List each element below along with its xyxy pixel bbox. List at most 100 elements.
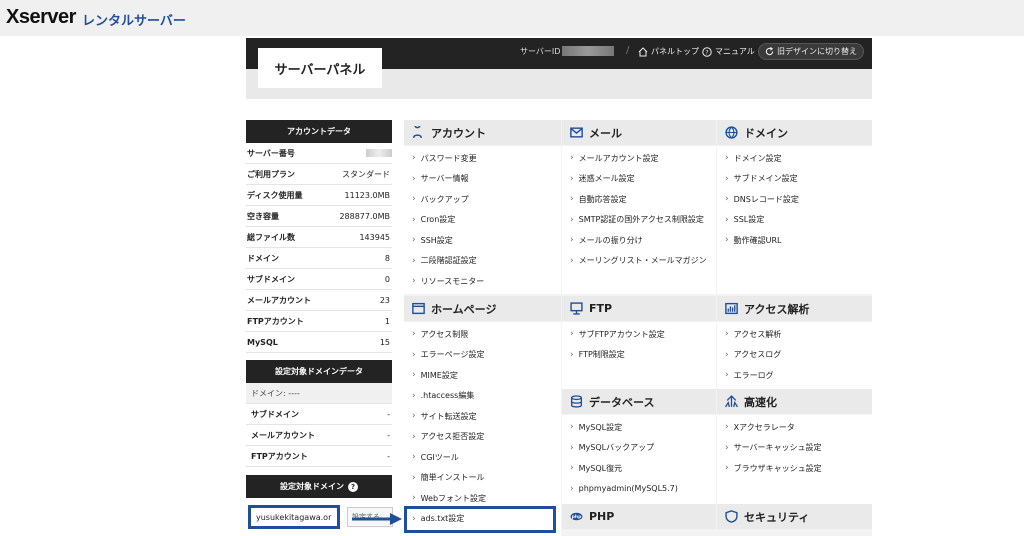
data-row-key: FTPアカウント xyxy=(247,316,304,326)
server-id-label: サーバーID xyxy=(520,47,561,56)
data-row: 空き容量 288877.0MB xyxy=(246,206,392,227)
data-row: ドメイン 8 xyxy=(246,248,392,269)
section-list-domain: ドメイン設定サブドメイン設定DNSレコード設定SSL設定動作確認URL xyxy=(717,146,872,294)
menu-link[interactable]: サブFTPアカウント設定 xyxy=(562,324,716,345)
brand-subtitle: レンタルサーバー xyxy=(82,14,186,29)
menu-link[interactable]: パスワード変更 xyxy=(404,148,561,169)
menu-link[interactable]: .htaccess編集 xyxy=(404,386,561,407)
data-row-value: 23 xyxy=(379,295,390,305)
target-domain-header: 設定対象ドメイン ? xyxy=(246,475,392,498)
panel-top-label: パネルトップ xyxy=(651,47,699,56)
switch-design-label: 旧デザインに切り替え xyxy=(777,47,857,56)
data-row-value: - xyxy=(387,451,390,461)
data-row-value: スタンダード xyxy=(342,169,390,179)
menu-link[interactable]: Cron設定 xyxy=(404,210,561,231)
data-row-key: 総ファイル数 xyxy=(247,232,295,242)
menu-link[interactable]: 動作確認URL xyxy=(717,230,872,251)
section-title: セキュリティ xyxy=(744,510,810,524)
menu-link[interactable]: MIME設定 xyxy=(404,365,561,386)
domain-icon xyxy=(725,126,738,139)
home-icon xyxy=(638,46,648,56)
menu-link[interactable]: 簡単インストール xyxy=(404,468,561,489)
menu-link[interactable]: サイト転送設定 xyxy=(404,406,561,427)
data-row: サーバー番号 xyxy=(246,143,392,164)
menu-link[interactable]: メールアカウント設定 xyxy=(562,148,716,169)
data-row-key: サブドメイン xyxy=(247,274,295,284)
menu-link[interactable]: SMTP認証の国外アクセス制限設定 xyxy=(562,210,716,231)
menu-link[interactable]: 自動応答設定 xyxy=(562,189,716,210)
switch-design-button[interactable]: 旧デザインに切り替え xyxy=(758,43,864,60)
menu-link[interactable]: バックアップ xyxy=(404,189,561,210)
menu-link[interactable]: Xアクセラレータ xyxy=(717,417,872,438)
data-row-key: ご利用プラン xyxy=(247,169,295,179)
menu-link[interactable]: サブドメイン設定 xyxy=(717,169,872,190)
menu-link[interactable]: アクセス制限 xyxy=(404,324,561,345)
manual-link[interactable]: ? マニュアル xyxy=(702,46,755,57)
data-row: ディスク使用量 11123.0MB xyxy=(246,185,392,206)
panel-top-link[interactable]: パネルトップ xyxy=(638,46,699,57)
data-row-value: 15 xyxy=(379,337,390,347)
data-row-value: 143945 xyxy=(359,232,390,242)
data-row-key: ドメイン xyxy=(247,253,279,263)
section-header-php: php PHP xyxy=(562,504,716,529)
menu-link[interactable]: メールの振り分け xyxy=(562,230,716,251)
menu-link[interactable]: エラーログ xyxy=(717,365,872,386)
menu-link[interactable]: エラーページ設定 xyxy=(404,345,561,366)
menu-link[interactable]: アクセス拒否設定 xyxy=(404,427,561,448)
section-list-analytics: アクセス解析アクセスログエラーログ xyxy=(717,322,872,389)
section-title: ドメイン xyxy=(744,126,788,140)
database-icon xyxy=(570,395,583,408)
data-row-key: 空き容量 xyxy=(247,211,279,221)
menu-link[interactable]: リソースモニター xyxy=(404,271,561,292)
menu-link[interactable]: メーリングリスト・メールマガジン xyxy=(562,251,716,272)
menu-link[interactable]: DNSレコード設定 xyxy=(717,189,872,210)
account-data-title: アカウントデータ xyxy=(246,120,392,143)
menu-link[interactable]: アクセス解析 xyxy=(717,324,872,345)
data-row-value: 1 xyxy=(384,316,390,326)
section-title: 高速化 xyxy=(744,395,777,409)
data-row: サブドメイン - xyxy=(246,404,392,425)
data-row: メールアカウント 23 xyxy=(246,290,392,311)
data-row: MySQL 15 xyxy=(246,332,392,353)
section-header-domain: ドメイン xyxy=(717,120,872,145)
menu-link[interactable]: 二段階認証設定 xyxy=(404,251,561,272)
brand-logo[interactable]: Xserver xyxy=(6,6,76,29)
help-icon[interactable]: ? xyxy=(348,481,358,492)
menu-link[interactable]: ブラウザキャッシュ設定 xyxy=(717,458,872,479)
section-list-mail: メールアカウント設定迷惑メール設定自動応答設定SMTP認証の国外アクセス制限設定… xyxy=(562,146,716,294)
menu-link[interactable]: SSH設定 xyxy=(404,230,561,251)
speed-icon xyxy=(725,395,738,408)
menu-link[interactable]: MySQLバックアップ xyxy=(562,438,716,459)
section-list-ftp: サブFTPアカウント設定FTP制限設定 xyxy=(562,322,716,389)
section-title: ホームページ xyxy=(431,302,497,316)
domain-select[interactable]: yusukekitagawa.or xyxy=(248,505,340,529)
menu-link[interactable]: SSL設定 xyxy=(717,210,872,231)
data-row-value: 11123.0MB xyxy=(344,190,390,200)
menu-link[interactable]: MySQL復元 xyxy=(562,458,716,479)
data-row-value: 0 xyxy=(384,274,390,284)
data-row-key: メールアカウント xyxy=(247,295,311,305)
menu-link[interactable]: サーバー情報 xyxy=(404,169,561,190)
data-row-value: 8 xyxy=(384,253,390,263)
brand-bar: Xserver レンタルサーバー xyxy=(0,0,1024,36)
target-domain-panel: 設定対象ドメイン ? xyxy=(246,475,392,498)
menu-link[interactable]: FTP制限設定 xyxy=(562,345,716,366)
data-row-key: サブドメイン xyxy=(251,409,299,419)
menu-link[interactable]: アクセスログ xyxy=(717,345,872,366)
section-header-ftp: FTP xyxy=(562,296,716,321)
section-header-database: データベース xyxy=(562,389,716,414)
menu-link[interactable]: phpmyadmin(MySQL5.7) xyxy=(562,479,716,500)
data-row: 総ファイル数 143945 xyxy=(246,227,392,248)
menu-link[interactable]: ドメイン設定 xyxy=(717,148,872,169)
svg-text:php: php xyxy=(572,514,582,520)
menu-link[interactable]: CGIツール xyxy=(404,447,561,468)
menu-link[interactable]: MySQL設定 xyxy=(562,417,716,438)
data-row-key: FTPアカウント xyxy=(251,451,308,461)
section-header-speed: 高速化 xyxy=(717,389,872,414)
data-row-key: MySQL xyxy=(247,337,278,347)
menu-link[interactable]: 迷惑メール設定 xyxy=(562,169,716,190)
data-row-value: - xyxy=(387,409,390,419)
mail-icon xyxy=(570,127,583,138)
data-row: FTPアカウント 1 xyxy=(246,311,392,332)
menu-link[interactable]: サーバーキャッシュ設定 xyxy=(717,438,872,459)
